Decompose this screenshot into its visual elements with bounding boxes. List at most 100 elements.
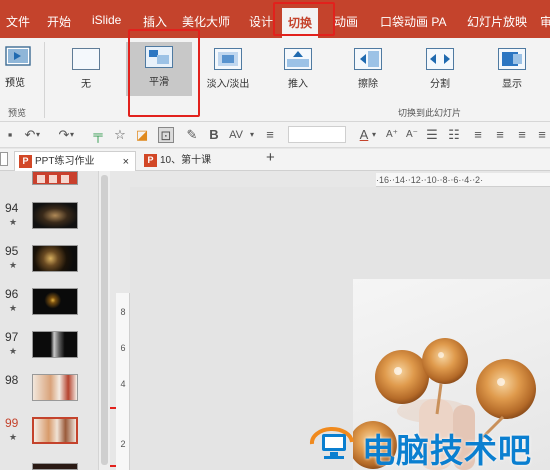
transition-morph-label: 平滑 [149,77,169,88]
save-icon[interactable]: ▪ [2,127,18,143]
tab-lesson-10-label: 10、第十课 [160,155,212,166]
transition-none-icon [72,48,100,70]
font-color-dropdown-icon[interactable]: ▾ [370,127,378,143]
document-tab-bar: P PPT练习作业 × P 10、第十课 + [0,149,550,171]
align-left-icon[interactable]: ≡ [470,127,486,143]
slide-thumbnail[interactable] [32,374,78,401]
transition-reveal[interactable]: 显示 [482,44,542,98]
transition-wipe[interactable]: 擦除 [338,44,398,98]
ruler-icon[interactable]: ╤ [90,127,106,143]
align-right-icon[interactable]: ≡ [514,127,530,143]
undo-dropdown-icon[interactable]: ▾ [34,127,42,143]
transition-none-label: 无 [81,79,91,90]
menu-slideshow[interactable]: 幻灯片放映 [467,13,527,30]
tab-ppt-exercise-label: PPT练习作业 [35,156,95,167]
transition-push-label: 推入 [288,79,308,90]
slide-row[interactable]: 95 ★ [0,241,98,281]
preview-group-label: 预览 [8,108,27,118]
slide-thumbnail[interactable] [32,463,78,470]
powerpoint-window: 文件 开始 iSlide 插入 美化大师 设计 切换 动画 口袋动画 PA 幻灯… [0,0,550,470]
redo-dropdown-icon[interactable]: ▾ [68,127,76,143]
ruler-tick-label: 6 [120,343,126,353]
preview-icon [5,46,31,66]
menu-bar: 文件 开始 iSlide 插入 美化大师 设计 切换 动画 口袋动画 PA 幻灯… [0,0,550,38]
align-icon[interactable]: ≡ [262,127,278,143]
morph-icon [145,46,173,68]
split-icon [426,48,454,70]
transition-reveal-label: 显示 [502,79,522,90]
tab-ppt-exercise[interactable]: P PPT练习作业 × [14,151,136,171]
transition-push[interactable]: 推入 [268,44,328,98]
tab-lesson-10[interactable]: P 10、第十课 [140,151,252,171]
wipe-icon [354,48,382,70]
slide-thumbnail[interactable] [32,288,78,315]
justify-icon[interactable]: ≡ [534,127,550,143]
menu-design[interactable]: 设计 [249,13,273,30]
animation-star-icon: ★ [9,346,18,356]
font-size-input[interactable] [288,126,346,143]
menu-review[interactable]: 审 [540,13,550,30]
slide-thumbnail[interactable] [32,417,78,444]
menu-pocket-animation[interactable]: 口袋动画 PA [380,13,446,30]
bold-icon[interactable]: B [206,127,222,143]
transition-split-label: 分割 [430,79,450,90]
format-painter-icon[interactable]: ✎ [184,127,200,143]
slide-row[interactable]: 97 ★ [0,327,98,367]
animation-star-icon: ★ [9,260,18,270]
slide-row[interactable]: 94 ★ [0,198,98,238]
numbering-icon[interactable]: ☷ [446,127,462,143]
menu-insert[interactable]: 插入 [143,13,167,30]
decrease-font-icon[interactable]: A⁻ [404,127,420,143]
char-spacing-dropdown-icon[interactable]: ▾ [248,127,256,143]
slide-thumbnail-panel[interactable]: 94 ★ 95 ★ 96 ★ 97 ★ 98 99 ★ [0,171,110,470]
star-icon[interactable]: ☆ [112,127,128,143]
transition-none[interactable]: 无 [56,44,116,98]
ruler-tick-label: 2 [120,439,126,449]
menu-islide[interactable]: iSlide [92,13,121,27]
horizontal-ruler: ·16·‧14·‧12·‧10·‧8·‧6·‧4·‧2· [376,173,550,187]
slide-number: 99 [5,416,19,430]
transition-morph[interactable]: 平滑 [126,42,192,96]
menu-animations[interactable]: 动画 [334,13,358,30]
preview-button[interactable]: 预览 [2,42,36,94]
slide-thumbnail[interactable] [32,245,78,272]
char-spacing-icon[interactable]: AV [228,127,244,143]
slide-thumbnail[interactable] [32,171,78,185]
sidebar-toggle-icon[interactable] [0,152,8,166]
menu-beautify[interactable]: 美化大师 [182,13,230,30]
powerpoint-file-icon: P [19,154,32,168]
ribbon-separator [44,42,45,118]
slide-row-selected[interactable]: 99 ★ [0,413,98,453]
menu-home[interactable]: 开始 [47,13,71,30]
slide-thumbnail[interactable] [32,202,78,229]
close-tab-icon[interactable]: × [123,152,129,172]
transitions-group-label: 切换到此幻灯片 [398,108,462,118]
slide-row[interactable]: 96 ★ [0,284,98,324]
slide-thumbnail[interactable] [32,331,78,358]
push-icon [284,48,312,70]
menu-transitions[interactable]: 切换 [282,8,319,38]
vertical-ruler: 8 6 4 2 [116,293,130,470]
transition-fade-label: 淡入/淡出 [206,79,250,90]
transition-fade[interactable]: 淡入/淡出 [198,44,258,98]
shapes-icon[interactable]: ◪ [134,127,150,143]
slide-number: 98 [5,373,19,387]
scrollbar-thumb[interactable] [101,175,108,465]
bullets-icon[interactable]: ☰ [424,127,440,143]
reveal-icon [498,48,526,70]
transition-split[interactable]: 分割 [410,44,470,98]
watermark-logo [309,426,354,459]
animation-star-icon: ★ [9,303,18,313]
watermark-text: 电脑技术吧 [362,431,532,470]
menu-file[interactable]: 文件 [6,13,30,30]
fade-icon [214,48,242,70]
align-center-icon[interactable]: ≡ [492,127,508,143]
slide-panel-scrollbar[interactable] [98,171,110,470]
new-tab-button[interactable]: + [266,149,275,166]
increase-font-icon[interactable]: A⁺ [384,127,400,143]
presentation-icon[interactable]: ⊡ [158,127,174,143]
slide-row[interactable]: 98 [0,370,98,410]
preview-label: 预览 [5,78,25,89]
slide-number: 96 [5,287,19,301]
slide-number: 94 [5,201,19,215]
